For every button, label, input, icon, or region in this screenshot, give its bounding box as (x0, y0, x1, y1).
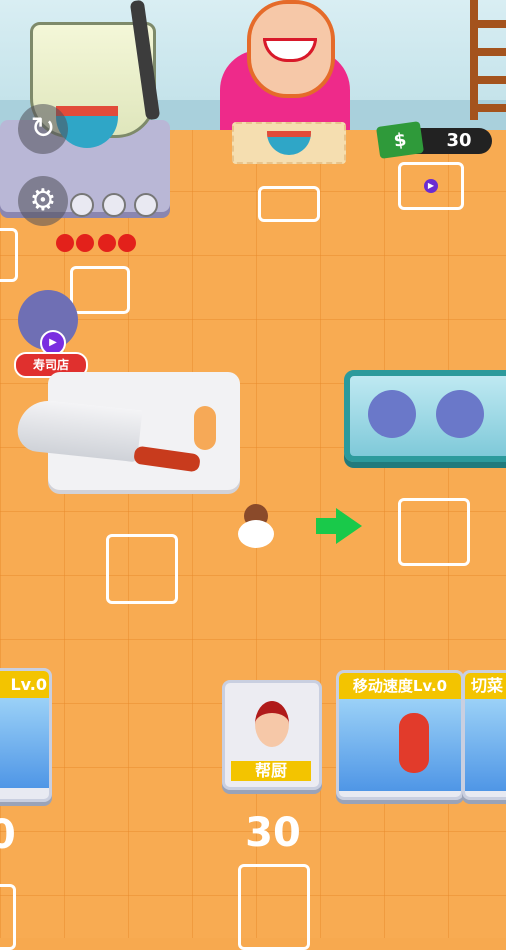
board-handle-hole (194, 406, 216, 450)
drop-slot-locked[interactable]: ▶ (398, 162, 464, 210)
drop-slot[interactable] (0, 228, 18, 282)
tomato-icon (76, 234, 94, 252)
knob (134, 193, 158, 217)
sushi-shop-button[interactable]: ▶ 寿司店 (14, 290, 88, 378)
order-mat (232, 122, 346, 164)
gear-icon: ⚙ (29, 183, 57, 218)
stove-knobs (70, 193, 160, 217)
chop-card[interactable]: 切菜 (462, 670, 506, 800)
runner-figure (399, 713, 429, 773)
tomato-icon (436, 390, 484, 438)
cost-left: 0 (0, 812, 16, 858)
drop-slot[interactable] (0, 884, 16, 950)
tomato-soup-icon (267, 131, 311, 155)
drop-slot[interactable] (106, 534, 178, 604)
tomato-icon (98, 234, 116, 252)
play-icon: ▶ (424, 179, 438, 193)
tomato-icon (118, 234, 136, 252)
restart-icon: ↻ (30, 111, 56, 146)
upgrade-card-left[interactable]: Lv.0 (0, 668, 52, 802)
drop-slot[interactable] (238, 864, 310, 950)
drop-slot[interactable] (258, 186, 320, 222)
ingredient-fridge[interactable] (344, 370, 506, 462)
knob (102, 193, 126, 217)
chop-label: 切菜 (465, 673, 506, 699)
move-speed-card[interactable]: 移动速度Lv.0 (336, 670, 464, 800)
customer-character (215, 0, 355, 130)
tomato-icon (368, 390, 416, 438)
cash-amount: 30 (446, 130, 472, 151)
chair (470, 0, 506, 120)
cash-icon: $ (375, 121, 425, 159)
helper-label: 帮厨 (231, 761, 311, 781)
player-chef (238, 504, 274, 548)
tomato-icon (56, 234, 74, 252)
move-speed-label: 移动速度Lv.0 (339, 673, 461, 699)
card-label: Lv.0 (0, 671, 49, 698)
cost-center: 30 (245, 810, 301, 856)
card-art (0, 698, 49, 788)
drop-slot[interactable] (398, 498, 470, 566)
runner-art (339, 699, 461, 791)
helper-card[interactable]: 帮厨 (222, 680, 322, 790)
helper-avatar (255, 701, 289, 747)
chop-art (465, 699, 506, 791)
player-body (238, 520, 274, 548)
knob (70, 193, 94, 217)
restart-button[interactable]: ↻ (18, 104, 68, 154)
settings-button[interactable]: ⚙ (18, 176, 68, 226)
